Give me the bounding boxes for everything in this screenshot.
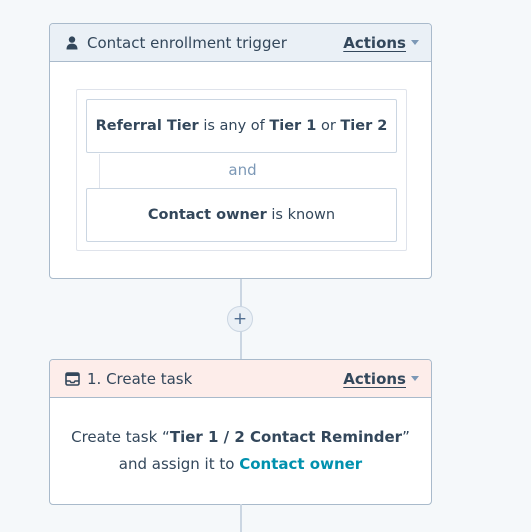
task-actions-label[interactable]: Actions xyxy=(343,370,406,388)
filter-value: Tier 2 xyxy=(340,118,388,134)
filter-contact-owner[interactable]: Contact owner is known xyxy=(86,188,397,242)
filter-operator: is known xyxy=(271,207,336,223)
task-icon xyxy=(64,371,80,387)
task-description-line2: and assign it to Contact owner xyxy=(119,451,362,478)
filter-group: Referral Tier is any of Tier 1 or Tier 2… xyxy=(76,89,407,251)
task-assignee-link[interactable]: Contact owner xyxy=(239,455,362,473)
create-task-title: 1. Create task xyxy=(87,369,193,388)
workflow-connector-line xyxy=(240,504,242,532)
enrollment-trigger-header: Contact enrollment trigger Actions xyxy=(50,24,431,62)
enrollment-trigger-title: Contact enrollment trigger xyxy=(87,33,287,52)
task-line1-suffix: ” xyxy=(402,428,410,446)
task-name: Tier 1 / 2 Contact Reminder xyxy=(169,428,403,446)
create-task-header: 1. Create task Actions xyxy=(50,360,431,398)
filter-operator: is any of xyxy=(203,118,265,134)
create-task-card[interactable]: 1. Create task Actions Create task “Tier… xyxy=(49,359,432,505)
add-action-button[interactable]: + xyxy=(227,306,253,332)
caret-down-icon[interactable] xyxy=(411,40,419,45)
task-line2-prefix: and assign it to xyxy=(118,455,235,473)
person-icon xyxy=(64,35,80,51)
filter-property: Contact owner xyxy=(147,207,267,223)
trigger-actions-label[interactable]: Actions xyxy=(343,34,406,52)
filter-value: Tier 1 xyxy=(269,118,317,134)
filter-joiner: or xyxy=(320,118,336,134)
filter-referral-tier[interactable]: Referral Tier is any of Tier 1 or Tier 2 xyxy=(86,99,397,153)
task-description-line1: Create task “Tier 1 / 2 Contact Reminder… xyxy=(71,424,410,451)
trigger-actions-menu[interactable]: Actions xyxy=(343,34,419,52)
and-label: and xyxy=(228,161,257,179)
create-task-body: Create task “Tier 1 / 2 Contact Reminder… xyxy=(50,398,431,504)
task-line1-prefix: Create task “ xyxy=(71,428,170,446)
filter-property: Referral Tier xyxy=(95,118,199,134)
enrollment-trigger-card[interactable]: Contact enrollment trigger Actions Refer… xyxy=(49,23,432,279)
task-actions-menu[interactable]: Actions xyxy=(343,370,419,388)
caret-down-icon[interactable] xyxy=(411,376,419,381)
